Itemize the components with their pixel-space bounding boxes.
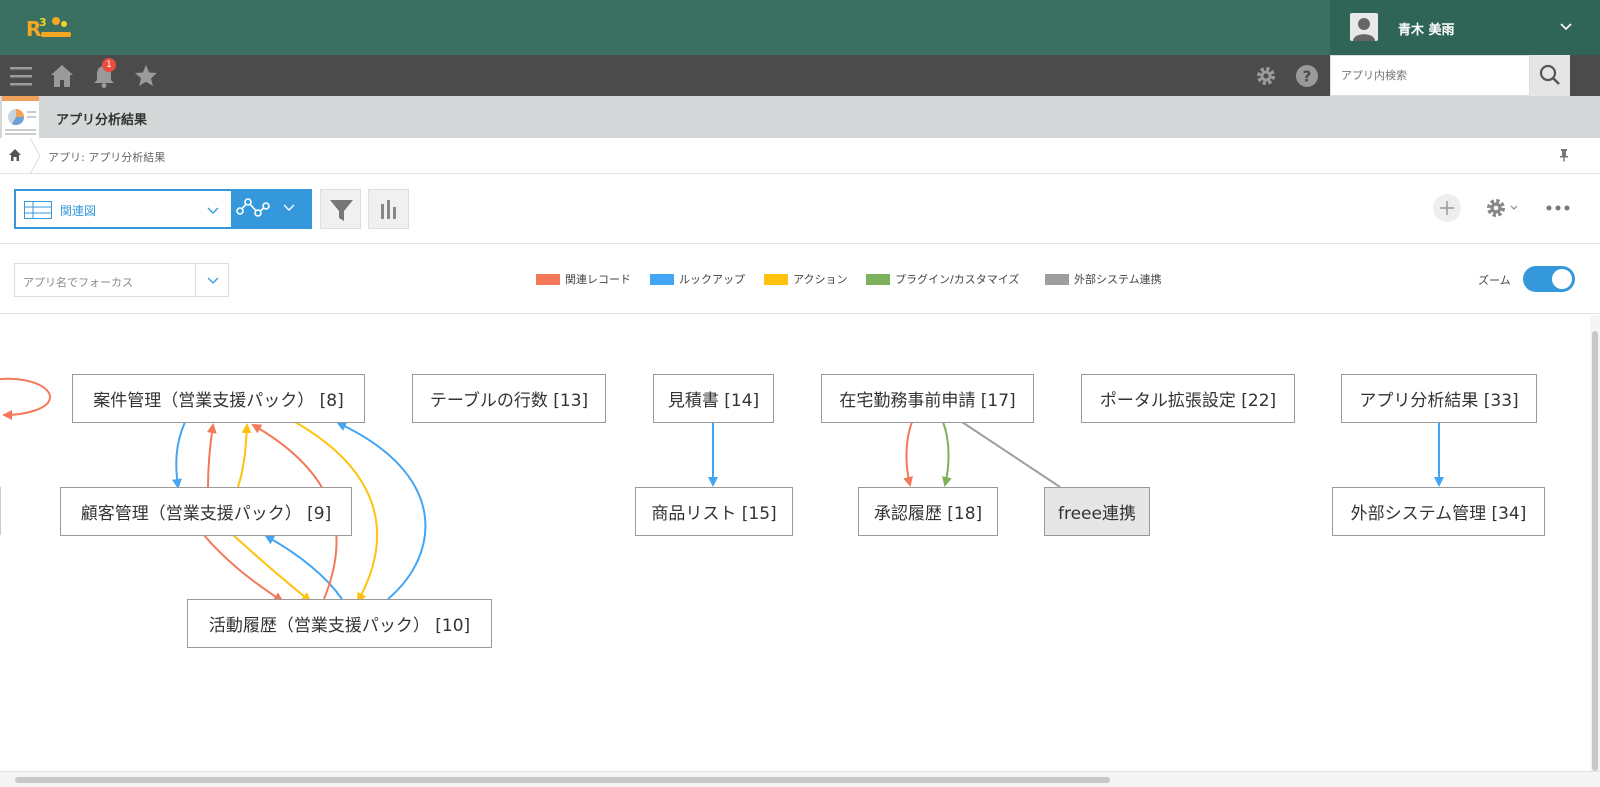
pie-chart-icon	[2, 96, 39, 135]
vertical-scrollbar[interactable]	[1590, 315, 1600, 771]
app-node-17[interactable]: 在宅勤務事前申請 [17]	[821, 374, 1034, 423]
legend-lookup: ルックアップ	[650, 272, 745, 286]
filter-button[interactable]	[320, 189, 361, 229]
relationship-diagram[interactable]: 案件管理（営業支援パック） [8] 顧客管理（営業支援パック） [9] 活動履歴…	[0, 315, 1590, 771]
notification-badge: 1	[102, 58, 116, 72]
global-toolbar: 1 ?	[0, 55, 1600, 96]
user-name: 青木 美雨	[1398, 23, 1455, 38]
bar-chart-icon	[381, 200, 396, 219]
user-menu[interactable]: 青木 美雨	[1330, 0, 1600, 55]
legend-plugin-customize: プラグイン/カスタマイズ	[866, 272, 1019, 286]
app-node-15[interactable]: 商品リスト [15]	[635, 487, 793, 536]
chevron-down-icon	[207, 277, 219, 284]
chevron-down-icon[interactable]	[1558, 18, 1574, 34]
breadcrumb-current[interactable]: アプリ: アプリ分析結果	[48, 149, 165, 165]
legend-action: アクション	[764, 272, 847, 286]
menu-icon[interactable]	[8, 63, 34, 89]
horizontal-scrollbar[interactable]	[0, 771, 1600, 787]
gear-icon[interactable]	[1253, 63, 1279, 89]
star-icon[interactable]	[133, 63, 159, 89]
app-node-18[interactable]: 承認履歴 [18]	[858, 487, 998, 536]
app-node-22[interactable]: ポータル拡張設定 [22]	[1081, 374, 1295, 423]
chart-button[interactable]	[368, 189, 409, 229]
help-icon[interactable]: ?	[1294, 63, 1320, 89]
app-node-34[interactable]: 外部システム管理 [34]	[1332, 487, 1545, 536]
legend-swatch	[764, 273, 788, 285]
legend-external-system: 外部システム連携	[1045, 272, 1162, 286]
focus-app-select[interactable]: アプリ名でフォーカス	[14, 263, 229, 297]
graph-view-button[interactable]	[232, 189, 312, 229]
app-node-13[interactable]: テーブルの行数 [13]	[412, 374, 606, 423]
horizontal-scrollbar-thumb[interactable]	[15, 777, 1110, 783]
r3-logo-icon[interactable]: R 3	[25, 12, 75, 42]
legend-label: ルックアップ	[679, 273, 745, 286]
breadcrumb: アプリ: アプリ分析結果	[0, 138, 1600, 174]
legend-label: プラグイン/カスタマイズ	[895, 273, 1020, 286]
app-node-14[interactable]: 見積書 [14]	[653, 374, 774, 423]
pin-icon[interactable]	[1556, 147, 1572, 163]
svg-text:?: ?	[1303, 68, 1312, 86]
external-node-freee[interactable]: freee連携	[1044, 487, 1150, 536]
app-node-8[interactable]: 案件管理（営業支援パック） [8]	[72, 374, 365, 423]
legend-swatch	[866, 273, 890, 285]
top-header: R 3 青木 美雨	[0, 0, 1600, 55]
home-icon[interactable]	[49, 63, 75, 89]
avatar	[1350, 13, 1378, 41]
search-button[interactable]	[1530, 55, 1570, 96]
focus-app-dropdown[interactable]	[195, 264, 229, 296]
search-input[interactable]	[1330, 55, 1530, 96]
legend-related-record: 関連レコード	[536, 272, 631, 286]
chevron-down-icon	[207, 207, 219, 214]
app-node-33[interactable]: アプリ分析結果 [33]	[1341, 374, 1537, 423]
home-icon[interactable]	[7, 147, 23, 163]
more-options-button[interactable]	[1543, 194, 1573, 222]
legend-label: 関連レコード	[565, 273, 631, 286]
breadcrumb-separator-icon	[29, 138, 41, 174]
app-node-10[interactable]: 活動履歴（営業支援パック） [10]	[187, 599, 492, 648]
zoom-toggle-knob	[1552, 269, 1572, 289]
view-selector[interactable]: 関連図	[14, 189, 233, 229]
zoom-label: ズーム	[1478, 274, 1511, 287]
app-node-9[interactable]: 顧客管理（営業支援パック） [9]	[60, 487, 352, 536]
page-title: アプリ分析結果	[56, 113, 148, 128]
user-icon	[1353, 18, 1375, 41]
funnel-icon	[330, 200, 353, 221]
focus-app-placeholder: アプリ名でフォーカス	[23, 276, 133, 289]
more-horizontal-icon	[1546, 205, 1570, 211]
diagram-options-bar: アプリ名でフォーカス 関連レコード ルックアップ アクション プラグイン/カスタ…	[0, 245, 1600, 314]
table-icon	[24, 201, 52, 219]
zoom-toggle[interactable]	[1523, 266, 1575, 292]
legend-swatch	[650, 273, 674, 285]
view-selector-label: 関連図	[60, 204, 97, 218]
legend-swatch	[1045, 273, 1069, 285]
legend-swatch	[536, 273, 560, 285]
app-title-bar: アプリ分析結果	[0, 96, 1600, 138]
app-icon	[2, 96, 39, 138]
legend-label: アクション	[793, 273, 848, 286]
app-settings-button[interactable]	[1482, 194, 1522, 222]
gear-icon	[1487, 199, 1518, 217]
view-controls: 関連図	[0, 174, 1600, 244]
legend-label: 外部システム連携	[1074, 273, 1162, 286]
plus-icon	[1440, 201, 1454, 215]
search-icon	[1539, 64, 1560, 85]
vertical-scrollbar-thumb[interactable]	[1592, 331, 1598, 771]
svg-text:3: 3	[39, 16, 47, 29]
add-record-button[interactable]	[1433, 194, 1461, 222]
network-graph-icon	[236, 198, 295, 217]
